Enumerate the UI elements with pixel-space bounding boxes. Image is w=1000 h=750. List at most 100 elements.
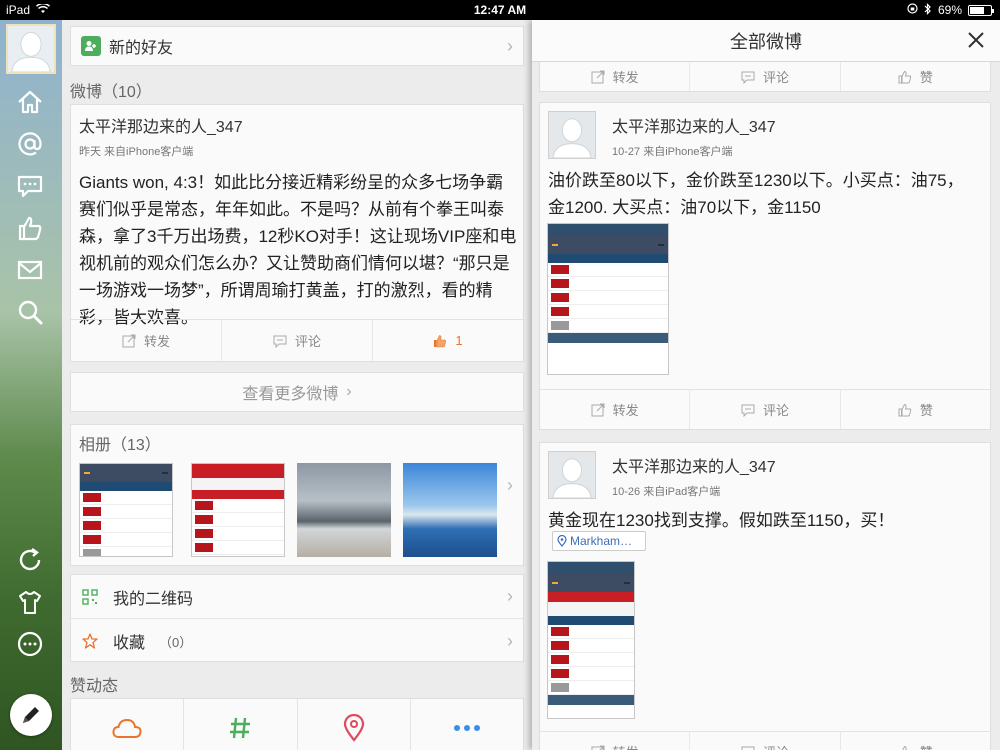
like-button[interactable]: 1 — [373, 320, 523, 361]
post-image[interactable] — [547, 561, 635, 719]
comment-label: 评论 — [294, 334, 321, 349]
close-icon[interactable] — [966, 30, 986, 50]
like-button[interactable]: 赞 — [841, 732, 990, 750]
comment-button[interactable]: 评论 — [690, 390, 841, 429]
location-tab[interactable] — [298, 699, 411, 750]
comment-icon — [741, 71, 755, 84]
avatar[interactable] — [6, 24, 56, 74]
post-action-bar: 转发 评论 赞 — [540, 731, 990, 750]
weibo-post[interactable]: 太平洋那边来的人_347 昨天 来自iPhone客户端 Giants won, … — [70, 104, 524, 362]
qr-code-row[interactable]: 我的二维码 › — [71, 575, 523, 619]
post-text: 油价跌至80以下，金价跌至1230以下。小买点：油75，金1200. 大买点：油… — [548, 171, 964, 217]
post-action-bar: 转发 评论 1 — [71, 319, 523, 361]
location-tag[interactable]: Markham… — [552, 531, 646, 551]
like-button[interactable]: 赞 — [841, 390, 990, 429]
shirt-icon[interactable] — [14, 586, 46, 618]
repost-button[interactable]: 转发 — [540, 62, 691, 91]
post-meta: 10-26 来自iPad客户端 — [612, 486, 721, 498]
post-avatar[interactable] — [548, 451, 596, 499]
stock-screenshot-thumb — [79, 463, 173, 557]
chevron-right-icon: › — [346, 383, 352, 400]
like-icon — [898, 745, 910, 750]
more-dots-icon — [453, 725, 480, 731]
album-photo[interactable] — [79, 463, 173, 557]
repost-label: 转发 — [143, 334, 170, 349]
sidebar — [0, 20, 62, 750]
profile-menu: 我的二维码 › 收藏 （0） › — [70, 574, 524, 662]
at-icon[interactable] — [14, 128, 46, 160]
repost-button[interactable]: 转发 — [540, 390, 691, 429]
breaking-news-thumb — [191, 463, 285, 557]
weather-tab[interactable] — [71, 699, 185, 750]
mail-icon[interactable] — [14, 254, 46, 286]
album-photo-beach[interactable] — [297, 463, 391, 557]
all-weibo-panel: 全部微博 转发 评论 赞 太平洋那边来的人_347 10-27 来自iPhone… — [532, 20, 1000, 750]
favorites-label: 收藏 — [113, 635, 146, 652]
like-button[interactable]: 赞 — [841, 62, 990, 91]
topic-tab[interactable] — [184, 699, 298, 750]
comment-label: 评论 — [763, 742, 789, 750]
likes-section-title: 赞动态 — [70, 678, 119, 695]
weibo-post[interactable]: 太平洋那边来的人_347 10-27 来自iPhone客户端 油价跌至80以下，… — [539, 102, 991, 430]
chevron-right-icon: › — [507, 475, 513, 495]
home-icon[interactable] — [14, 86, 46, 118]
compose-button[interactable] — [10, 694, 52, 736]
more-icon[interactable] — [14, 628, 46, 660]
more-posts-label: 查看更多微博 — [242, 386, 339, 403]
message-icon[interactable] — [14, 170, 46, 202]
likes-activity — [70, 698, 524, 750]
album-photo[interactable] — [191, 463, 285, 557]
comment-button[interactable]: 评论 — [690, 62, 841, 91]
post-avatar[interactable] — [548, 111, 596, 159]
orientation-lock-icon — [907, 3, 918, 17]
post-meta: 昨天 来自iPhone客户端 — [79, 146, 194, 158]
album-title: 相册（13） — [79, 437, 161, 454]
panel-title: 全部微博 — [730, 31, 802, 52]
comment-button[interactable]: 评论 — [222, 320, 373, 361]
bluetooth-icon — [924, 2, 932, 18]
album-photo-sea[interactable] — [403, 463, 497, 557]
more-tab[interactable] — [411, 699, 523, 750]
like-label: 赞 — [919, 70, 933, 85]
qr-code-icon — [81, 588, 99, 606]
more-posts-button[interactable]: 查看更多微博 › — [70, 372, 524, 412]
weibo-section-title: 微博（10） — [70, 84, 152, 101]
repost-button[interactable]: 转发 — [71, 320, 222, 361]
repost-label: 转发 — [612, 403, 639, 418]
like-icon — [898, 70, 911, 83]
thumbs-up-icon[interactable] — [14, 212, 46, 244]
search-icon[interactable] — [14, 296, 46, 328]
repost-button[interactable]: 转发 — [540, 732, 691, 750]
post-text: 黄金现在1230找到支撑。假如跌至1150，买！ — [548, 511, 895, 530]
comment-button[interactable]: 评论 — [690, 732, 841, 750]
album-card[interactable]: 相册（13） › — [70, 424, 524, 566]
panel-header: 全部微博 — [532, 20, 1000, 62]
new-friends-row[interactable]: 新的好友 › — [70, 26, 524, 66]
repost-icon — [591, 70, 605, 83]
location-pin-icon — [557, 535, 567, 547]
new-friends-label: 新的好友 — [109, 40, 174, 57]
chevron-right-icon: › — [507, 35, 513, 56]
clock: 12:47 AM — [473, 3, 527, 17]
battery-icon — [968, 4, 994, 16]
profile-panel: 新的好友 › 微博（10） 太平洋那边来的人_347 昨天 来自iPhone客户… — [62, 20, 532, 750]
like-count: 1 — [455, 333, 463, 348]
like-label: 赞 — [920, 742, 933, 750]
location-label: Markham… — [570, 534, 633, 548]
refresh-icon[interactable] — [14, 544, 46, 576]
comment-icon — [741, 404, 755, 417]
chevron-right-icon: › — [507, 586, 513, 606]
post-username[interactable]: 太平洋那边来的人_347 — [612, 453, 776, 477]
favorites-row[interactable]: 收藏 （0） › — [71, 619, 523, 663]
weibo-post[interactable]: 太平洋那边来的人_347 10-26 来自iPad客户端 黄金现在1230找到支… — [539, 442, 991, 750]
comment-label: 评论 — [762, 70, 789, 85]
battery-percent: 69% — [937, 3, 962, 17]
post-image[interactable] — [547, 223, 669, 375]
qr-code-label: 我的二维码 — [113, 590, 194, 608]
post-username[interactable]: 太平洋那边来的人_347 — [79, 113, 243, 137]
compose-icon — [23, 707, 39, 723]
post-username[interactable]: 太平洋那边来的人_347 — [612, 113, 776, 137]
comment-icon — [273, 335, 287, 348]
like-icon — [898, 403, 911, 416]
repost-icon — [591, 745, 605, 750]
